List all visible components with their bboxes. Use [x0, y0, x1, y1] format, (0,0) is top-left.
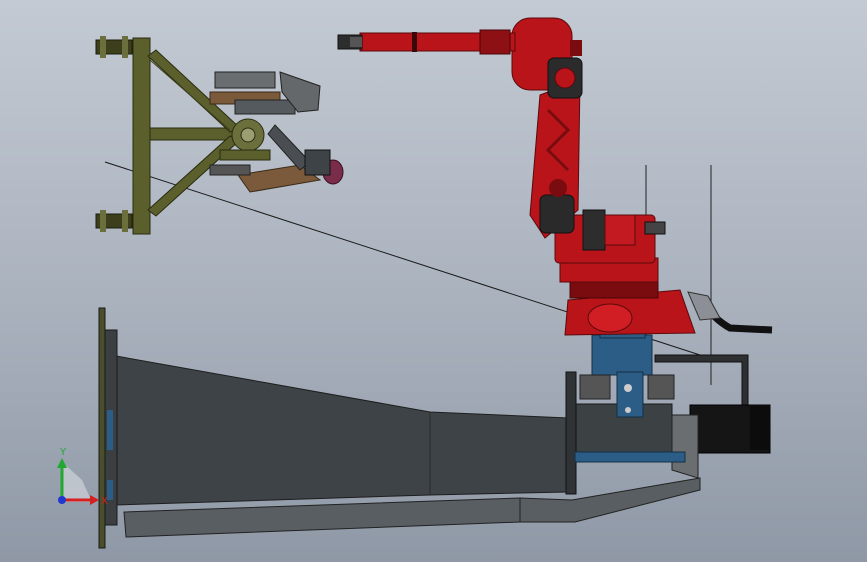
- y-axis-label: Y: [59, 447, 67, 458]
- cad-scene[interactable]: Y X: [0, 0, 867, 562]
- clamp-top[interactable]: [95, 36, 133, 58]
- x-axis-label: X: [101, 496, 108, 507]
- clamp-bottom[interactable]: [95, 210, 133, 232]
- robot-forearm[interactable]: [337, 29, 516, 55]
- robot-base[interactable]: [559, 257, 696, 336]
- mounting-plate[interactable]: [98, 307, 118, 549]
- cad-viewport[interactable]: Y X: [0, 0, 867, 562]
- cable-connector: [687, 291, 721, 321]
- z-axis-dot: [58, 496, 66, 504]
- fixture-frame[interactable]: [132, 37, 241, 235]
- tapered-boom[interactable]: [115, 355, 569, 506]
- robot-upper-arm[interactable]: [511, 17, 583, 99]
- robot-lower-arm[interactable]: [529, 79, 581, 239]
